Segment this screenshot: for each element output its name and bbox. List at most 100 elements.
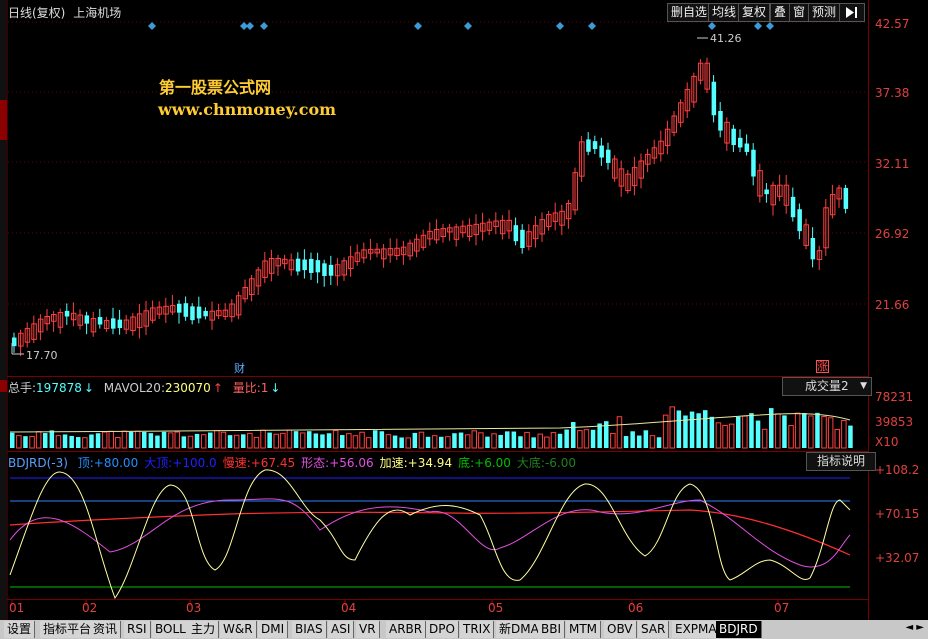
volume-bar [253, 436, 260, 449]
volume-bar [95, 433, 101, 448]
tab-asi[interactable]: ASI [328, 621, 355, 638]
tab-dpo[interactable]: DPO [426, 621, 459, 638]
volume-bar [89, 434, 94, 448]
indicator-item-label: 顶: [77, 456, 94, 470]
volume-bar [121, 430, 128, 449]
volume-bar [755, 420, 761, 448]
tab-主力[interactable]: 主力 [188, 621, 220, 638]
volume-bar [16, 435, 22, 449]
financial-event-mark[interactable]: 财 [234, 360, 245, 376]
adjust-price-button[interactable]: 复权 [738, 3, 771, 22]
indicator-item: 底:+6.00 [458, 456, 511, 470]
volume-bar [200, 434, 207, 449]
candle-body [117, 319, 123, 329]
candle-body [111, 318, 116, 329]
indicator-help-button[interactable]: 指标说明 [806, 452, 876, 471]
volume-bar [518, 436, 523, 448]
volume-bar [531, 437, 536, 448]
volume-bar [326, 433, 332, 448]
low-price-label: 17.70 [26, 349, 58, 362]
volume-bar [35, 431, 42, 449]
forecast-button[interactable]: 预测 [808, 3, 841, 22]
month-tick: 02 [82, 601, 98, 615]
mavol-value: 230070 [165, 381, 211, 395]
tab-指标平台[interactable]: 指标平台 [40, 621, 96, 638]
tab-dmi[interactable]: DMI [258, 621, 289, 638]
tab-rsi[interactable]: RSI [124, 621, 151, 638]
remove-favorite-button[interactable]: 删自选 [667, 3, 712, 22]
volume-bar [286, 429, 293, 449]
signal-diamond-icon [754, 22, 762, 30]
moving-average-button[interactable]: 均线 [708, 3, 741, 22]
volume-bar [728, 423, 735, 449]
volume-bar [571, 422, 576, 448]
tab-bbi[interactable]: BBI [538, 621, 566, 638]
indicator-item: 慢速:+67.45 [223, 456, 295, 470]
volume-bar [848, 425, 853, 448]
volume-bar [445, 436, 451, 449]
tab-trix[interactable]: TRIX [460, 621, 495, 638]
candle-body [731, 128, 736, 146]
tab-设置[interactable]: 设置 [4, 621, 36, 638]
indicator-item-label: 加速: [379, 456, 408, 470]
month-tick: 04 [341, 601, 357, 615]
volume-bar [181, 436, 187, 448]
indicator-item: 形态:+56.06 [301, 456, 373, 470]
tab-新dma[interactable]: 新DMA [496, 621, 543, 638]
volume-bar [208, 432, 213, 448]
volume-bar [550, 432, 557, 449]
signal-diamond-icon [464, 22, 472, 30]
tab-sar[interactable]: SAR [638, 621, 670, 638]
tab-arbr[interactable]: ARBR [386, 621, 427, 638]
indicator-item: 大底:-6.00 [517, 456, 576, 470]
window-button[interactable]: 窗 [789, 3, 810, 22]
tab-bdjrd[interactable]: BDJRD [716, 621, 762, 638]
volume-indicator-dropdown[interactable]: 成交量2 ▼ [782, 377, 872, 396]
tab-vr[interactable]: VR [356, 621, 380, 638]
volume-bar [775, 413, 781, 449]
candle-body [190, 306, 195, 321]
signal-diamond-icon [588, 22, 596, 30]
volume-bar [299, 432, 306, 449]
tab-w&r[interactable]: W&R [220, 621, 257, 638]
candle-body [751, 149, 756, 177]
tab-mtm[interactable]: MTM [566, 621, 602, 638]
volume-bar [23, 436, 28, 448]
volume-bar [247, 432, 253, 449]
tab-bias[interactable]: BIAS [292, 621, 327, 638]
volume-bar [273, 433, 279, 449]
tab-expma[interactable]: EXPMA [672, 621, 721, 638]
tab-obv[interactable]: OBV [604, 621, 637, 638]
volume-bar [365, 437, 372, 449]
volume-bar [815, 412, 820, 448]
volume-bar [320, 434, 325, 448]
candle-body [302, 259, 307, 271]
rise-event-mark[interactable]: 涨 [816, 360, 829, 373]
volume-bar [214, 430, 220, 449]
indicator-header: BDJRD(-3) 顶:+80.00 大顶:+100.0 慢速:+67.45 形态:+… [8, 454, 576, 471]
next-arrow-icon[interactable] [839, 3, 865, 22]
volume-bar [161, 431, 167, 448]
candle-body [177, 303, 182, 313]
volume-bar [227, 435, 233, 448]
volume-bar [373, 430, 378, 448]
candle-body [295, 258, 301, 272]
volume-bar [557, 433, 563, 448]
month-tick: 07 [774, 601, 790, 615]
indicator-item-label: 形态: [301, 456, 330, 470]
candle-body [764, 189, 769, 195]
volume-bar [439, 436, 444, 448]
chart-title: 日线(复权) 上海机场 [8, 4, 121, 21]
tab-boll[interactable]: BOLL [152, 621, 190, 638]
indicator-item-label: 大顶: [144, 456, 173, 470]
watermark-title: 第一股票公式网 [159, 78, 272, 97]
volume-bar [616, 416, 623, 449]
volume-bar [62, 434, 68, 448]
tab-资讯[interactable]: 资讯 [90, 621, 122, 638]
volume-bar [425, 436, 431, 448]
candle-body [744, 143, 750, 152]
candle-body [599, 145, 604, 158]
overlay-button[interactable]: 叠 [770, 3, 791, 22]
tab-scroll-icon[interactable]: ◄ ► [905, 622, 924, 633]
candle-body [309, 258, 314, 273]
